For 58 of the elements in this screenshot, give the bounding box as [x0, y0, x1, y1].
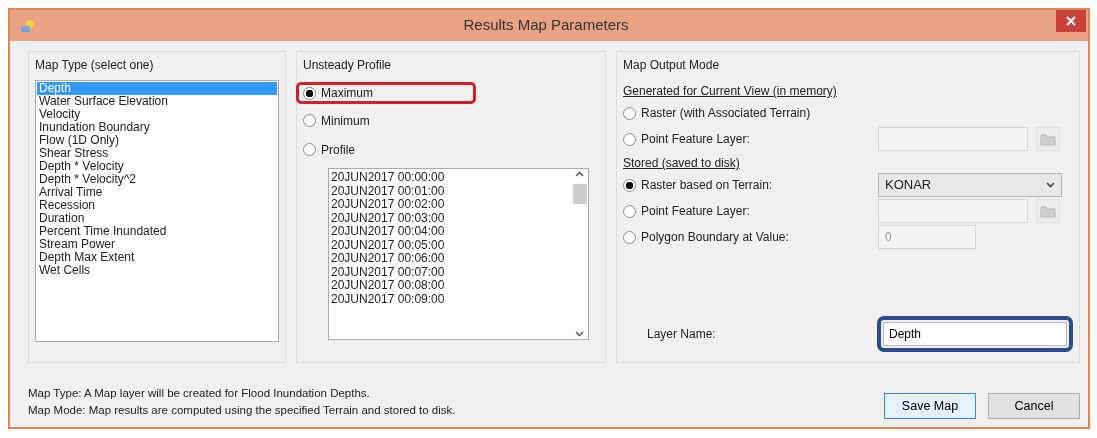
list-item[interactable]: Stream Power	[37, 238, 277, 251]
app-icon	[20, 18, 36, 33]
radio-label: Point Feature Layer:	[641, 203, 750, 220]
scroll-thumb[interactable]	[572, 184, 587, 204]
list-item[interactable]: Wet Cells	[37, 264, 277, 277]
group-title: Map Output Mode	[623, 57, 721, 74]
dialog-button[interactable]: Cancel	[988, 393, 1080, 419]
list-item[interactable]: 20JUN2017 00:02:00	[331, 198, 569, 212]
radio-label: Profile	[321, 141, 355, 159]
window-title: Results Map Parameters	[462, 15, 630, 36]
radio-label: Maximum	[321, 85, 373, 102]
close-icon	[1066, 16, 1076, 26]
status-text: Map Mode: Map results are computed using the specified Terrain and stored to disk.	[28, 403, 457, 418]
radio-label: Point Feature Layer:	[641, 131, 750, 148]
list-item[interactable]: Flow (1D Only)	[37, 134, 277, 147]
folder-icon	[1040, 132, 1056, 146]
caret-icon	[1046, 182, 1055, 188]
list-item[interactable]: 20JUN2017 00:09:00	[331, 292, 569, 306]
list-item[interactable]: Depth Max Extent	[37, 251, 277, 264]
close-button[interactable]	[1056, 10, 1086, 32]
dialog-button[interactable]: Save Map	[884, 393, 976, 419]
section-heading: Generated for Current View (in memory)	[623, 83, 838, 100]
list-item[interactable]: 20JUN2017 00:05:00	[331, 238, 569, 252]
radio-label: Raster based on Terrain:	[641, 177, 773, 194]
radio-button[interactable]	[623, 106, 636, 120]
list-item[interactable]: Recession	[37, 199, 277, 212]
radio-label: Minimum	[321, 112, 370, 130]
radio-button[interactable]	[303, 114, 316, 127]
list-item[interactable]: Depth * Velocity^2	[37, 173, 277, 186]
layer-name-field[interactable]: Depth	[883, 322, 1067, 346]
group-title: Map Type (select one)	[35, 57, 155, 74]
list-item[interactable]: 20JUN2017 00:06:00	[331, 252, 569, 266]
list-item[interactable]: Inundation Boundary	[37, 121, 277, 134]
scrollbar[interactable]	[571, 169, 588, 339]
list-item[interactable]: Water Surface Elevation	[37, 95, 277, 108]
field-label: Layer Name:	[646, 326, 717, 343]
list-item[interactable]: Velocity	[37, 108, 277, 121]
list-item[interactable]: 20JUN2017 00:03:00	[331, 211, 569, 225]
list-item[interactable]: 20JUN2017 00:04:00	[331, 225, 569, 239]
list-item[interactable]: 20JUN2017 00:00:00	[331, 171, 569, 185]
folder-icon	[1040, 204, 1056, 218]
list-item[interactable]: 20JUN2017 00:08:00	[331, 279, 569, 293]
status-text: Map Type: A Map layer will be created for Flood Inundation Depths.	[28, 386, 371, 401]
list-item[interactable]: Percent Time Inundated	[37, 225, 277, 238]
list-item[interactable]: Duration	[37, 212, 277, 225]
group-title: Unsteady Profile	[303, 57, 393, 74]
list-item[interactable]: 20JUN2017 00:07:00	[331, 265, 569, 279]
list-item[interactable]: Shear Stress	[37, 147, 277, 160]
terrain-dropdown[interactable]: KONAR	[878, 173, 1062, 197]
radio-button[interactable]	[623, 178, 636, 192]
list-item[interactable]: Depth * Velocity	[37, 160, 277, 173]
section-heading: Stored (saved to disk)	[623, 155, 741, 172]
radio-button[interactable]	[303, 86, 316, 100]
radio-label: Polygon Boundary at Value:	[641, 229, 789, 246]
list-item[interactable]: Arrival Time	[37, 186, 277, 199]
list-item[interactable]: 20JUN2017 00:01:00	[331, 184, 569, 198]
radio-button[interactable]	[303, 143, 316, 156]
radio-label: Raster (with Associated Terrain)	[641, 105, 811, 122]
